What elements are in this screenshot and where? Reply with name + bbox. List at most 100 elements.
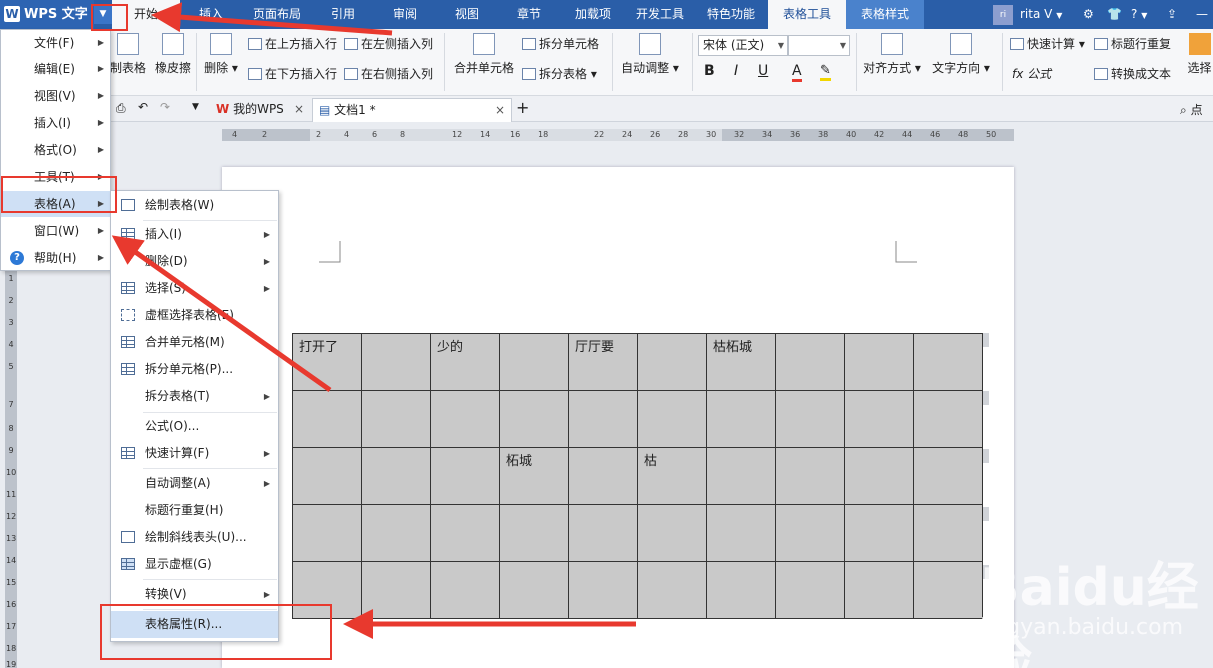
table-cell[interactable]: 柘城 (499, 447, 569, 505)
menu-item-format[interactable]: 格式(O) ▶ (1, 137, 110, 163)
table-cell[interactable] (499, 390, 569, 448)
tab-page-layout[interactable]: 页面布局 (242, 0, 312, 29)
help-icon[interactable]: ? ▼ (1131, 0, 1147, 30)
table-cell[interactable] (637, 390, 707, 448)
submenu-split-cells[interactable]: 拆分单元格(P)... (111, 356, 278, 383)
table-cell[interactable] (637, 333, 707, 391)
submenu-show-gridlines[interactable]: 显示虚框(G) (111, 551, 278, 578)
tab-references[interactable]: 引用 (314, 0, 372, 29)
table-cell[interactable] (568, 504, 638, 562)
close-icon[interactable]: × (495, 99, 505, 121)
table-cell[interactable]: 少的 (430, 333, 500, 391)
insert-col-left-button[interactable]: 在左侧插入列 (344, 35, 433, 52)
table-cell[interactable] (913, 561, 983, 619)
document-table[interactable]: 打开了 少的 厅厅要 枯柘城 柘城 枯 (292, 333, 983, 619)
table-cell[interactable] (844, 561, 914, 619)
tab-addins[interactable]: 加载项 (562, 0, 624, 29)
insert-row-below-button[interactable]: 在下方插入行 (248, 65, 337, 82)
skin-icon[interactable]: ⚙ (1083, 0, 1094, 29)
convert-to-text-button[interactable]: 转换成文本 (1094, 65, 1171, 82)
align-button[interactable]: 对齐方式 ▾ (862, 33, 922, 76)
tab-special[interactable]: 特色功能 (696, 0, 766, 29)
upload-icon[interactable]: ⇪ (1167, 0, 1177, 29)
table-cell[interactable] (361, 390, 431, 448)
submenu-delete[interactable]: 删除(D) ▶ (111, 248, 278, 275)
eraser-button[interactable]: 橡皮擦 (152, 33, 194, 76)
table-cell[interactable] (775, 561, 845, 619)
redo-icon[interactable]: ↷ (160, 100, 170, 114)
select-button[interactable]: 选择 (1186, 33, 1213, 76)
menu-item-edit[interactable]: 编辑(E) ▶ (1, 56, 110, 82)
new-tab-button[interactable]: + (516, 98, 529, 117)
quick-calc-button[interactable]: 快速计算 ▾ (1010, 35, 1085, 52)
tab-table-style[interactable]: 表格样式 (846, 0, 924, 29)
submenu-formula[interactable]: 公式(O)... (111, 413, 278, 440)
menu-item-view[interactable]: 视图(V) ▶ (1, 83, 110, 109)
table-cell[interactable] (844, 390, 914, 448)
table-cell[interactable] (292, 447, 362, 505)
font-size-select[interactable]: ▼ (788, 35, 850, 56)
search-box[interactable]: ⌕ 点 (1180, 101, 1203, 118)
split-table-button[interactable]: 拆分表格 ▾ (522, 65, 597, 82)
table-cell[interactable] (292, 390, 362, 448)
menu-item-insert[interactable]: 插入(I) ▶ (1, 110, 110, 136)
tab-table-tools[interactable]: 表格工具 (768, 0, 846, 29)
highlight-icon[interactable]: ✎ (820, 63, 831, 81)
table-cell[interactable] (637, 561, 707, 619)
table-cell[interactable] (361, 447, 431, 505)
bold-button[interactable]: B (704, 63, 715, 79)
table-cell[interactable] (706, 390, 776, 448)
table-cell[interactable] (775, 390, 845, 448)
merge-cells-button[interactable]: 合并单元格 (452, 33, 516, 76)
doc-tab-my-wps[interactable]: W 我的WPS × (210, 98, 310, 122)
quick-access-dropdown-icon[interactable]: ▼ (192, 102, 199, 112)
table-cell[interactable] (361, 561, 431, 619)
font-name-select[interactable]: 宋体 (正文) ▼ (698, 35, 788, 56)
table-cell[interactable] (706, 504, 776, 562)
table-cell[interactable] (913, 447, 983, 505)
split-cells-button[interactable]: 拆分单元格 (522, 35, 599, 52)
insert-row-above-button[interactable]: 在上方插入行 (248, 35, 337, 52)
table-cell[interactable] (568, 561, 638, 619)
underline-button[interactable]: U (758, 63, 768, 79)
table-cell[interactable] (430, 390, 500, 448)
font-color-button[interactable]: A (792, 63, 802, 82)
avatar[interactable]: ri (993, 5, 1013, 25)
menu-item-window[interactable]: 窗口(W) ▶ (1, 218, 110, 244)
menu-item-help[interactable]: ? 帮助(H) ▶ (1, 245, 110, 271)
insert-col-right-button[interactable]: 在右侧插入列 (344, 65, 433, 82)
title-repeat-button[interactable]: 标题行重复 (1094, 35, 1171, 52)
menu-item-file[interactable]: 文件(F) ▶ (1, 30, 110, 56)
submenu-select[interactable]: 选择(S) ▶ (111, 275, 278, 302)
tab-chapter[interactable]: 章节 (500, 0, 558, 29)
horizontal-ruler[interactable]: 4 2 2 4 6 8 12 14 16 18 22 24 26 28 30 3… (222, 129, 1014, 141)
delete-button[interactable]: 删除 ▾ (202, 33, 240, 76)
table-cell[interactable] (844, 333, 914, 391)
table-cell[interactable] (913, 333, 983, 391)
undo-icon[interactable]: ↶ (138, 100, 148, 114)
text-direction-button[interactable]: 文字方向 ▾ (930, 33, 992, 76)
table-cell[interactable] (361, 333, 431, 391)
minimize-icon[interactable]: — (1196, 0, 1208, 29)
print-preview-icon[interactable]: ⎙ (116, 101, 126, 116)
tab-insert[interactable]: 插入 (182, 0, 240, 29)
table-cell[interactable]: 枯 (637, 447, 707, 505)
tab-view[interactable]: 视图 (438, 0, 496, 29)
table-cell[interactable] (499, 561, 569, 619)
table-cell[interactable] (499, 504, 569, 562)
shirt-icon[interactable]: 👕 (1107, 0, 1122, 29)
document-page[interactable]: 打开了 少的 厅厅要 枯柘城 柘城 枯 (222, 167, 1014, 668)
table-cell[interactable] (361, 504, 431, 562)
vertical-ruler[interactable]: 1 2 3 4 5 7 8 9 10 11 12 13 14 15 16 17 … (5, 258, 17, 668)
table-cell[interactable]: 打开了 (292, 333, 362, 391)
close-icon[interactable]: × (294, 98, 304, 120)
table-cell[interactable] (637, 504, 707, 562)
table-cell[interactable]: 厅厅要 (568, 333, 638, 391)
doc-tab-document1[interactable]: ▤ 文档1 * × (312, 98, 512, 122)
table-cell[interactable] (430, 504, 500, 562)
table-cell[interactable] (568, 447, 638, 505)
italic-button[interactable]: I (734, 63, 738, 79)
submenu-insert[interactable]: 插入(I) ▶ (111, 221, 278, 248)
submenu-merge-cells[interactable]: 合并单元格(M) (111, 329, 278, 356)
tab-review[interactable]: 审阅 (376, 0, 434, 29)
